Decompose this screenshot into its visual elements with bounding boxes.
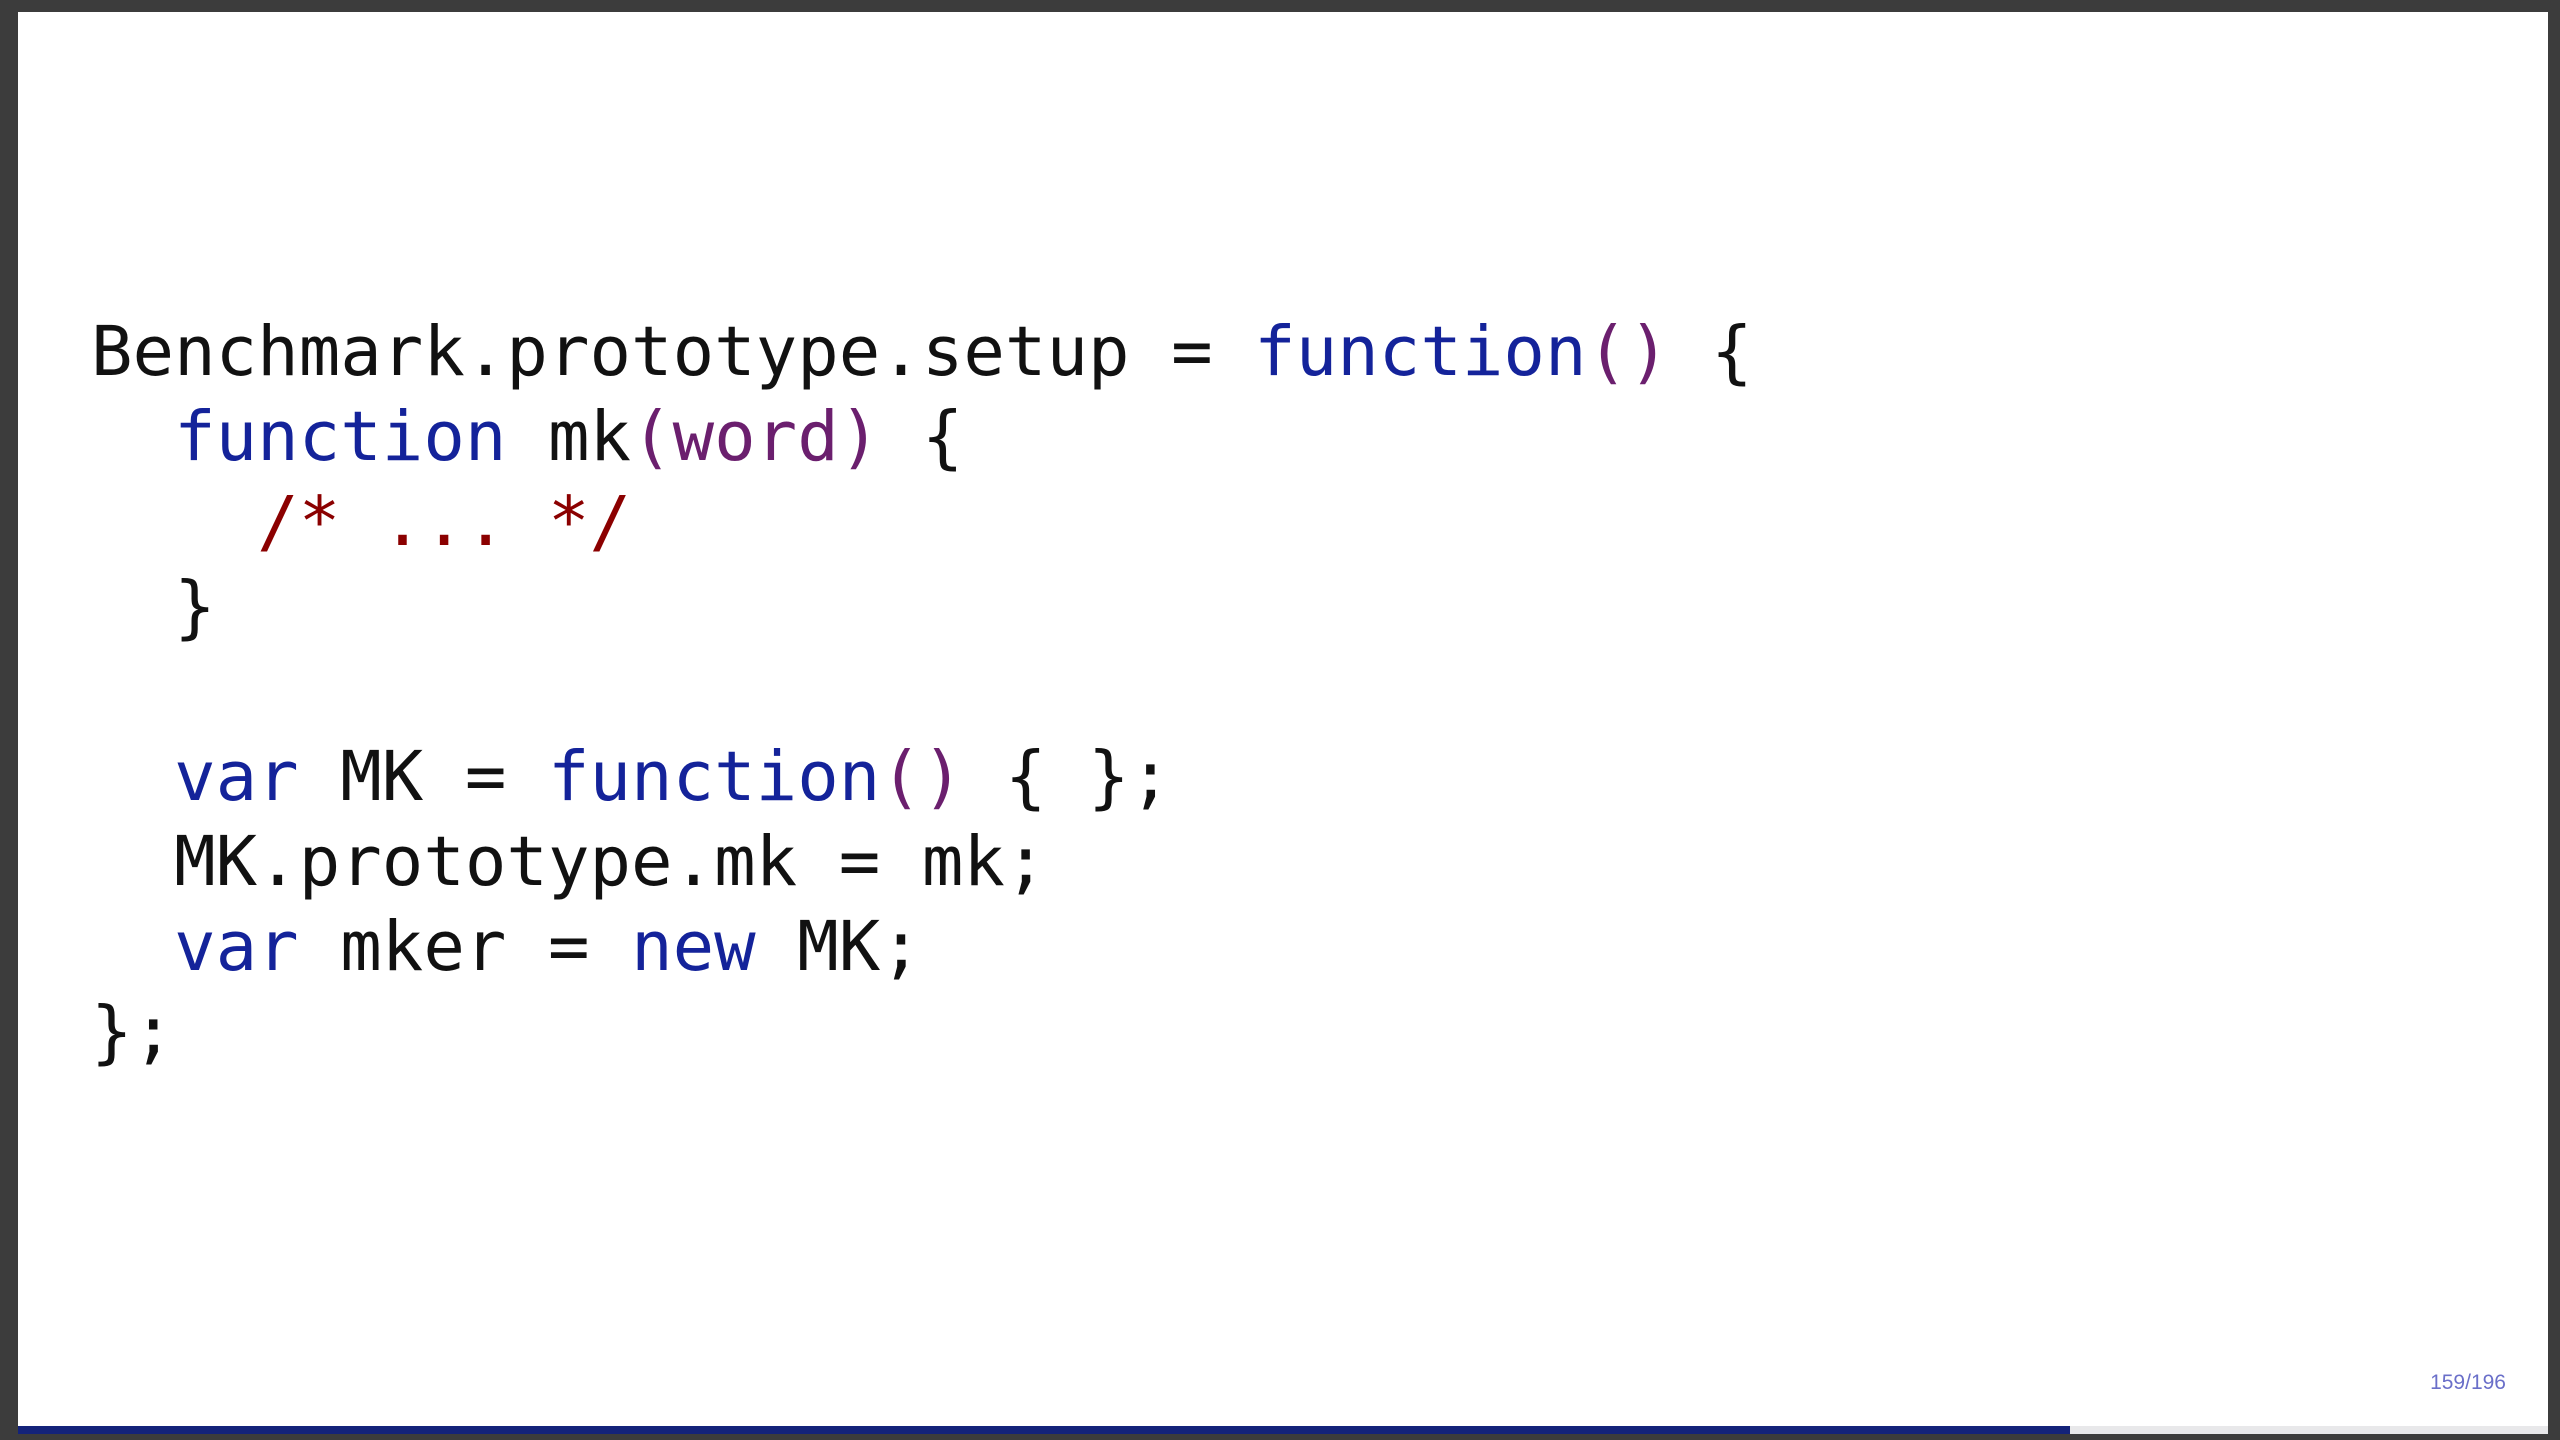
code-token-plain: } <box>91 567 216 647</box>
presentation-window: Benchmark.prototype.setup = function() {… <box>0 0 2560 1440</box>
code-line: function mk(word) { <box>91 395 1753 480</box>
code-token-plain: mk <box>506 397 632 477</box>
code-token-comment: /* ... */ <box>257 482 632 562</box>
page-number: 159/196 <box>2430 1371 2506 1394</box>
code-line: }; <box>91 990 1753 1075</box>
code-line: var MK = function() { }; <box>91 735 1753 820</box>
code-token-plain: { <box>880 397 964 477</box>
slide[interactable]: Benchmark.prototype.setup = function() {… <box>18 12 2548 1429</box>
code-line: MK.prototype.mk = mk; <box>91 820 1753 905</box>
code-token-plain: }; <box>91 992 175 1072</box>
progress-bar <box>18 1426 2548 1434</box>
code-token-kw: var <box>174 737 299 817</box>
code-token-kw: function <box>1254 312 1587 392</box>
code-token-kw: function <box>174 397 507 477</box>
progress-bar-fill <box>18 1426 2070 1434</box>
code-line: var mker = new MK; <box>91 905 1753 990</box>
code-line: /* ... */ <box>91 480 1753 565</box>
code-block: Benchmark.prototype.setup = function() {… <box>91 310 1753 1075</box>
code-token-kw: new <box>631 907 756 987</box>
code-token-paren: (word) <box>631 397 881 477</box>
code-token-kw: var <box>174 907 299 987</box>
code-token-kw: function <box>547 737 881 817</box>
code-token-plain: Benchmark.prototype.setup = <box>91 312 1255 392</box>
code-token-paren: () <box>880 737 964 817</box>
code-token-paren: () <box>1586 312 1670 392</box>
code-token-plain: MK = <box>298 737 548 817</box>
code-token-plain: { <box>1669 312 1753 392</box>
code-line: } <box>91 565 1753 650</box>
code-token-plain: { }; <box>963 737 1172 817</box>
code-token-plain: MK.prototype.mk = mk; <box>91 822 1047 902</box>
code-line: Benchmark.prototype.setup = function() { <box>91 310 1753 395</box>
code-token-plain: MK; <box>755 907 922 987</box>
code-token-plain: mker = <box>298 907 632 987</box>
